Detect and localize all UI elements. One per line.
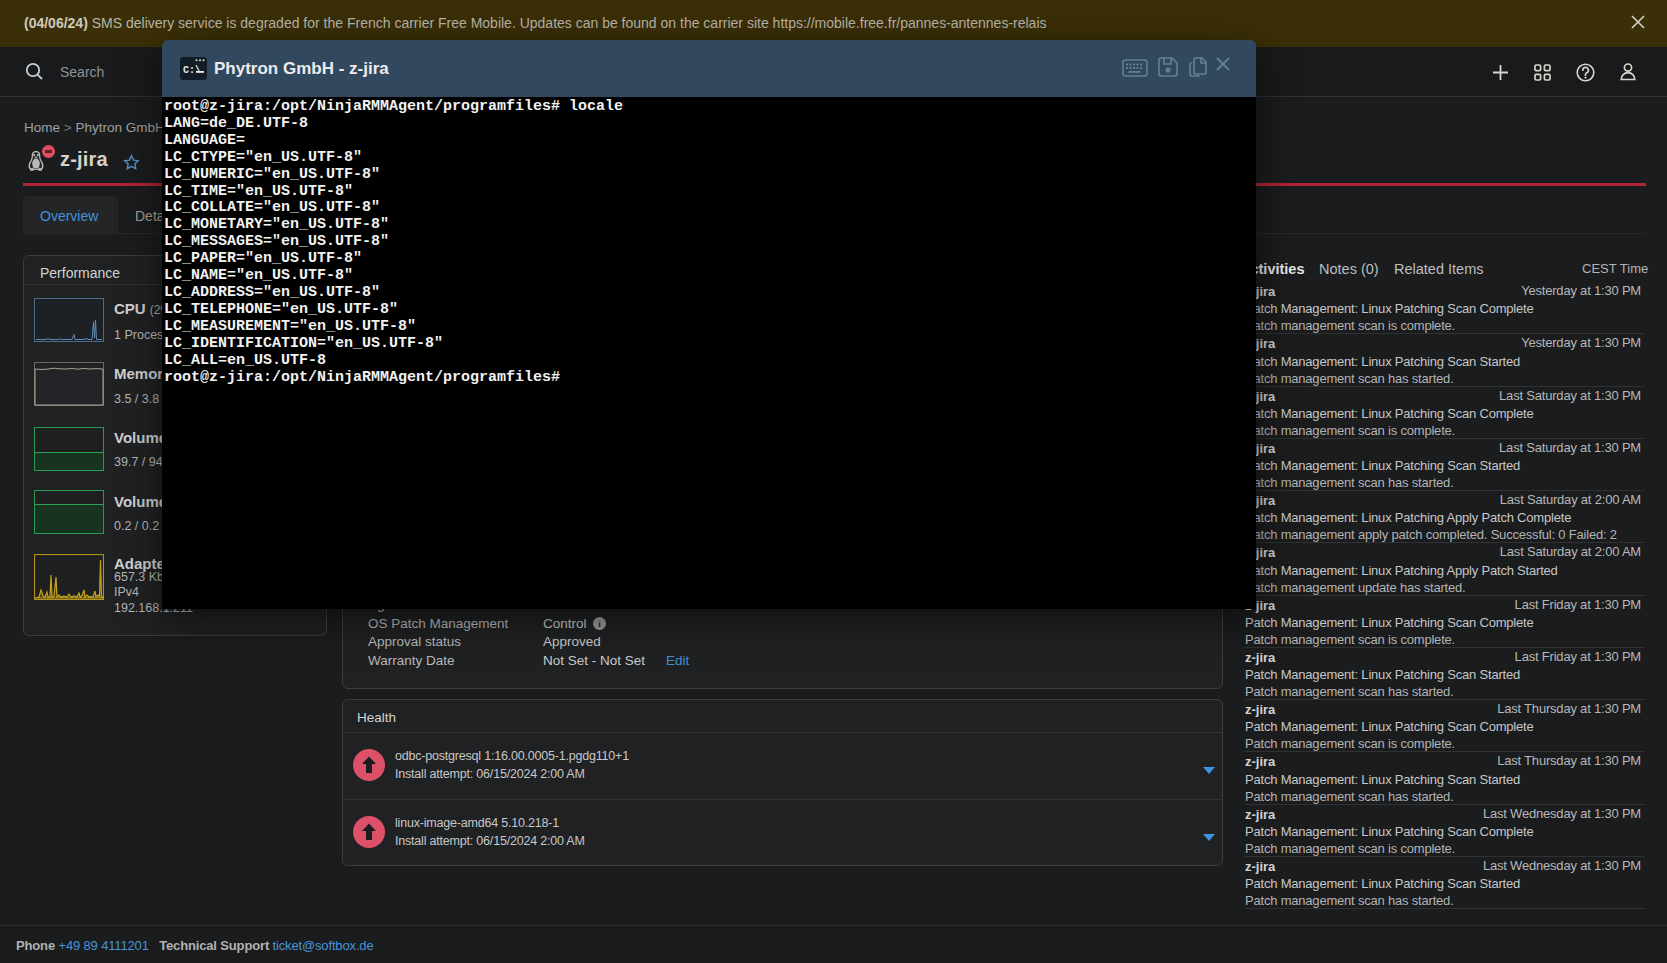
svg-text:C:\: C:\ — [183, 65, 201, 76]
